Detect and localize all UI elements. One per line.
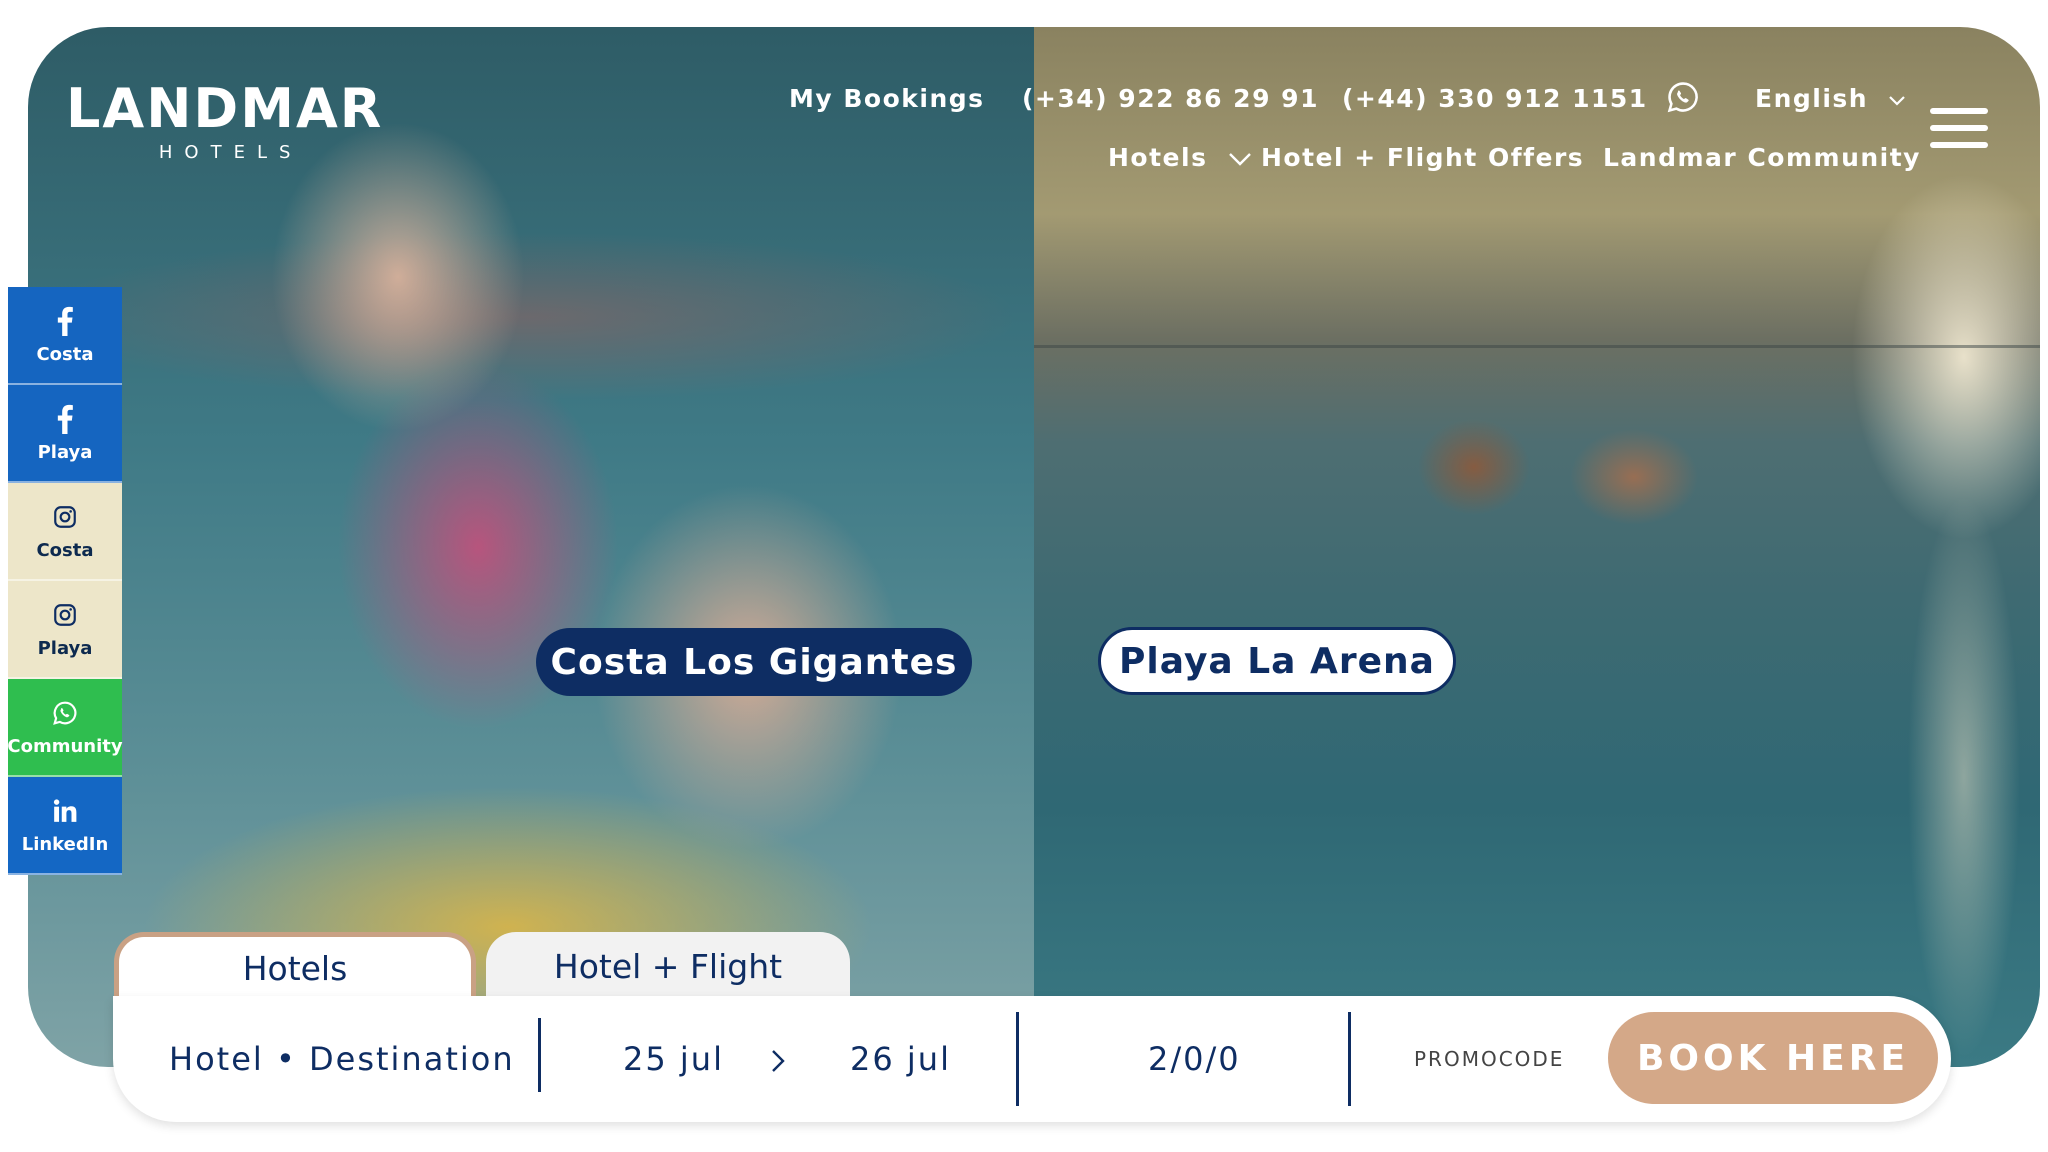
divider bbox=[1348, 1012, 1351, 1106]
instagram-icon bbox=[52, 502, 78, 532]
hero-image-playa-la-arena[interactable] bbox=[1034, 27, 2040, 1067]
social-label: Playa bbox=[37, 637, 93, 659]
language-selector[interactable]: English bbox=[1755, 84, 1906, 113]
nav-offers[interactable]: Offers bbox=[1488, 143, 1584, 172]
social-label: LinkedIn bbox=[21, 833, 109, 855]
destination-costa-los-gigantes-button[interactable]: Costa Los Gigantes bbox=[536, 628, 972, 696]
divider bbox=[1016, 1012, 1019, 1106]
social-label: Costa bbox=[36, 539, 94, 561]
instagram-icon bbox=[52, 600, 78, 630]
hamburger-line bbox=[1930, 142, 1988, 148]
language-label: English bbox=[1755, 84, 1869, 113]
nav-landmar-community[interactable]: Landmar Community bbox=[1603, 143, 1921, 172]
tab-hotel-flight[interactable]: Hotel + Flight bbox=[486, 932, 850, 1000]
nav-hotels-label: Hotels bbox=[1108, 143, 1208, 172]
social-facebook-playa[interactable]: Playa bbox=[8, 385, 122, 483]
social-facebook-costa[interactable]: Costa bbox=[8, 287, 122, 385]
facebook-icon bbox=[56, 306, 74, 336]
social-label: Playa bbox=[37, 441, 93, 463]
social-instagram-playa[interactable]: Playa bbox=[8, 581, 122, 679]
promocode-field[interactable]: PROMOCODE bbox=[1414, 996, 1564, 1122]
hero-banner bbox=[28, 27, 2040, 1067]
phone-uk-link[interactable]: (+44) 330 912 1151 bbox=[1342, 84, 1648, 113]
landmar-logo[interactable]: LANDMAR HOTELS bbox=[66, 77, 384, 164]
checkin-date[interactable]: 25 jul bbox=[623, 996, 724, 1122]
nav-hotel-flight[interactable]: Hotel + Flight bbox=[1261, 143, 1478, 172]
my-bookings-link[interactable]: My Bookings bbox=[789, 84, 985, 113]
linkedin-icon bbox=[52, 796, 78, 826]
logo-wordmark: LANDMAR bbox=[66, 77, 384, 140]
chevron-down-icon bbox=[1889, 96, 1906, 106]
checkout-date[interactable]: 26 jul bbox=[850, 996, 951, 1122]
chevron-down-icon bbox=[1228, 153, 1251, 166]
social-label: Costa bbox=[36, 343, 94, 365]
logo-subtitle: HOTELS bbox=[158, 142, 303, 163]
hero-image-costa-los-gigantes[interactable] bbox=[28, 27, 1034, 1067]
destination-selector[interactable]: Hotel • Destination bbox=[169, 996, 515, 1122]
social-linkedin[interactable]: LinkedIn bbox=[8, 777, 122, 875]
nav-hotels[interactable]: Hotels bbox=[1108, 143, 1252, 172]
destination-playa-la-arena-button[interactable]: Playa La Arena bbox=[1098, 627, 1456, 695]
divider bbox=[538, 1018, 541, 1092]
hamburger-line bbox=[1930, 108, 1988, 114]
tab-hotels[interactable]: Hotels bbox=[114, 932, 476, 1000]
phone-spain-link[interactable]: (+34) 922 86 29 91 bbox=[1022, 84, 1319, 113]
social-sidebar: Costa Playa Costa Playa Community Linked… bbox=[7, 287, 123, 875]
social-whatsapp-community[interactable]: Community bbox=[7, 679, 123, 777]
chevron-right-icon bbox=[772, 1050, 785, 1072]
book-here-button[interactable]: BOOK HERE bbox=[1608, 1012, 1938, 1104]
facebook-icon bbox=[56, 404, 74, 434]
whatsapp-icon bbox=[52, 698, 78, 728]
social-instagram-costa[interactable]: Costa bbox=[8, 483, 122, 581]
social-label: Community bbox=[7, 735, 123, 757]
sea-horizon bbox=[1034, 345, 2040, 348]
guests-selector[interactable]: 2/0/0 bbox=[1148, 996, 1241, 1122]
hamburger-line bbox=[1930, 125, 1988, 131]
whatsapp-icon[interactable] bbox=[1666, 80, 1700, 114]
booking-bar: Hotel • Destination 25 jul 26 jul 2/0/0 … bbox=[113, 996, 1951, 1122]
hamburger-menu-icon[interactable] bbox=[1930, 108, 1988, 152]
